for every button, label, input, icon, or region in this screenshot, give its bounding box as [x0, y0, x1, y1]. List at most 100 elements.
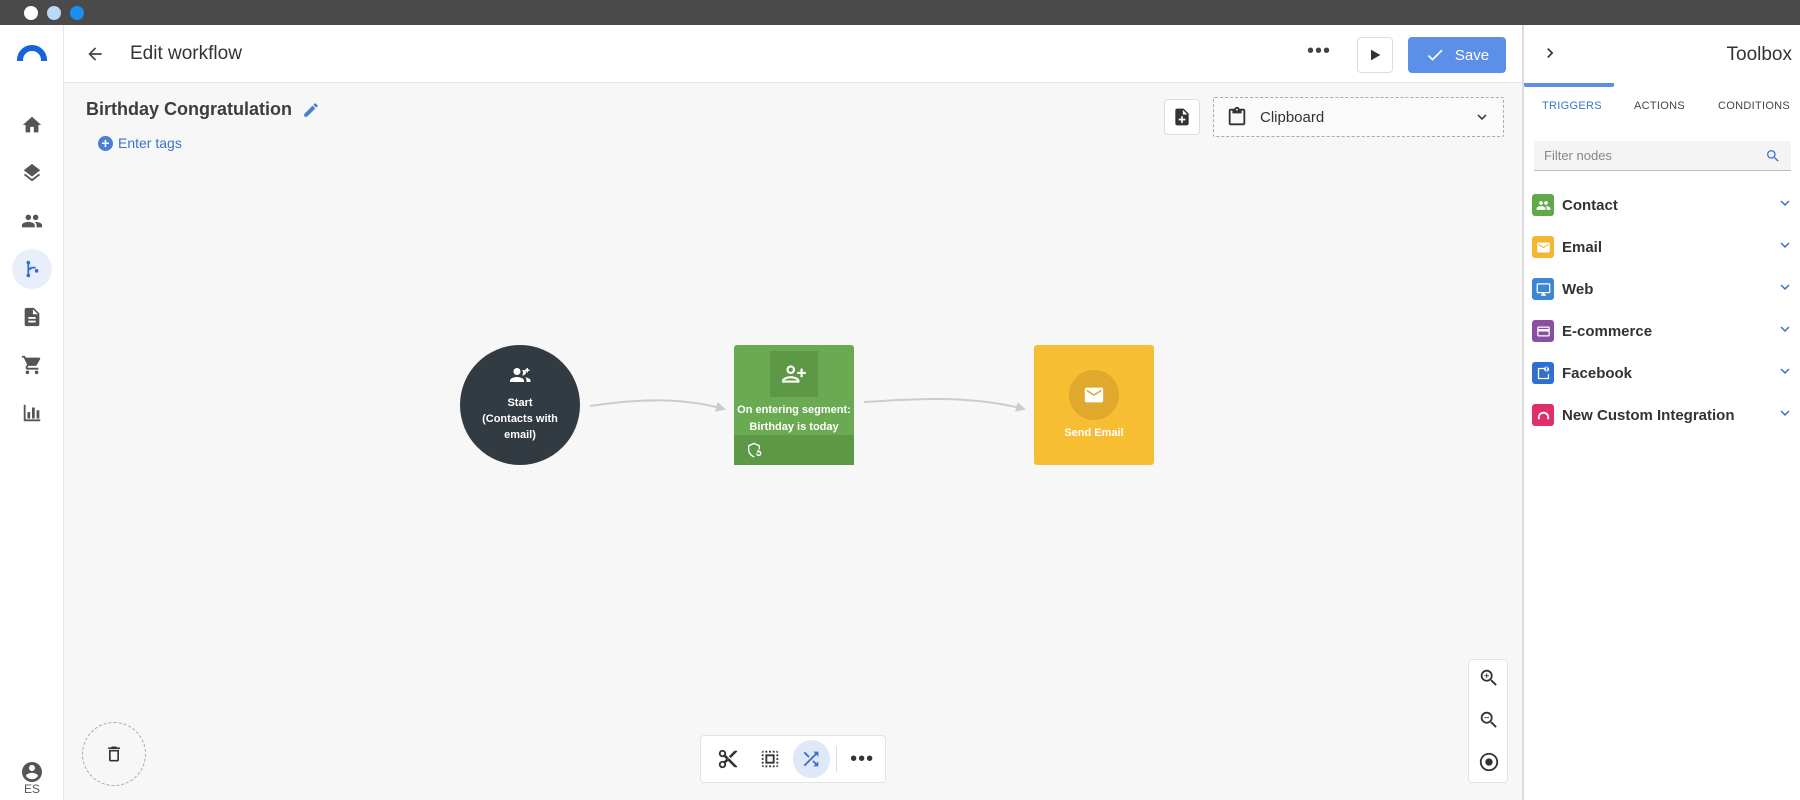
left-nav-rail: ES: [0, 25, 64, 800]
facebook-icon: [1532, 362, 1554, 384]
filter-nodes-input[interactable]: [1544, 148, 1765, 163]
auto-layout-button[interactable]: [792, 740, 831, 778]
category-label: New Custom Integration: [1562, 406, 1735, 424]
zoom-in-icon: [1480, 669, 1497, 686]
window-close-dot[interactable]: [24, 6, 38, 20]
chevron-down-icon: [1776, 194, 1794, 217]
select-area-button[interactable]: [751, 740, 789, 778]
toolbox-tabs: TRIGGERS ACTIONS CONDITIONS: [1524, 83, 1800, 131]
home-icon: [22, 116, 42, 133]
os-title-bar: [0, 0, 1800, 25]
email-icon-circle: [1069, 370, 1119, 420]
category-label: Contact: [1562, 196, 1618, 214]
more-horiz-icon: •••: [850, 748, 875, 770]
layers-icon: [23, 163, 41, 182]
more-options-button[interactable]: •••: [1304, 40, 1334, 66]
play-icon: [1371, 49, 1381, 61]
workflow-icon: [26, 260, 39, 278]
center-focus-icon: [1479, 752, 1499, 772]
nav-documents[interactable]: [12, 297, 52, 337]
category-contact[interactable]: Contact: [1532, 185, 1794, 225]
monitor-icon: [1532, 278, 1554, 300]
group-add-icon: [510, 368, 531, 382]
category-email[interactable]: Email: [1532, 227, 1794, 267]
toolbar-more-button[interactable]: •••: [843, 740, 881, 778]
cut-button[interactable]: [709, 740, 747, 778]
window-minimize-dot[interactable]: [47, 6, 61, 20]
cart-icon: [21, 355, 41, 375]
nav-layers[interactable]: [12, 153, 52, 193]
active-tab-indicator: [1524, 83, 1614, 87]
app-logo[interactable]: [17, 45, 47, 61]
segment-node-label: On entering segment: Birthday is today: [736, 402, 852, 436]
canvas-toolbar: •••: [700, 735, 886, 783]
start-node-line1: Start: [507, 397, 533, 409]
save-button[interactable]: Save: [1408, 37, 1506, 73]
category-label: Web: [1562, 280, 1594, 298]
shield-refresh-icon[interactable]: [746, 442, 762, 458]
center-view-button[interactable]: [1477, 750, 1501, 774]
chevron-down-icon: [1776, 404, 1794, 427]
nav-workflows[interactable]: [12, 249, 52, 289]
segment-node-line2: Birthday is today: [749, 421, 839, 433]
delete-drop-zone[interactable]: [82, 722, 146, 786]
start-node[interactable]: Start (Contacts with email): [460, 345, 580, 465]
zoom-out-button[interactable]: [1477, 708, 1501, 732]
search-icon[interactable]: [1765, 148, 1781, 164]
zoom-out-icon: [1480, 711, 1497, 728]
category-custom-integration[interactable]: New Custom Integration: [1532, 395, 1794, 435]
toolbox-panel: Toolbox TRIGGERS ACTIONS CONDITIONS Cont…: [1522, 25, 1800, 800]
scissors-icon: [718, 749, 738, 769]
mail-icon: [1084, 387, 1104, 403]
send-email-node-label: Send Email: [1064, 427, 1124, 439]
run-workflow-button[interactable]: [1357, 37, 1393, 73]
category-web[interactable]: Web: [1532, 269, 1794, 309]
edge-start-to-segment[interactable]: [589, 399, 726, 412]
tab-conditions[interactable]: CONDITIONS: [1718, 100, 1790, 112]
check-icon: [1427, 49, 1443, 61]
person-add-icon: [782, 365, 806, 383]
category-label: Facebook: [1562, 364, 1633, 382]
nav-home[interactable]: [12, 105, 52, 145]
collapse-toolbox-button[interactable]: [1540, 43, 1560, 63]
segment-node-footer: [734, 435, 854, 465]
workflow-canvas[interactable]: Birthday Congratulation + Enter tags Cli…: [64, 83, 1522, 800]
window-maximize-dot[interactable]: [70, 6, 84, 20]
back-button[interactable]: [82, 41, 108, 67]
segment-icon-box: [770, 351, 818, 397]
chevron-down-icon: [1776, 236, 1794, 259]
tab-triggers[interactable]: TRIGGERS: [1542, 100, 1602, 112]
start-node-line2: (Contacts with: [482, 413, 558, 425]
shuffle-icon: [804, 751, 819, 767]
category-ecommerce[interactable]: E-commerce: [1532, 311, 1794, 351]
segment-trigger-node[interactable]: On entering segment: Birthday is today: [734, 345, 854, 465]
edge-segment-to-email[interactable]: [863, 398, 1026, 412]
nav-contacts[interactable]: [12, 201, 52, 241]
tab-actions[interactable]: ACTIONS: [1634, 100, 1685, 112]
chevron-down-icon: [1776, 320, 1794, 343]
zoom-controls: [1468, 659, 1508, 783]
document-icon: [24, 307, 40, 327]
chevron-right-icon: [1547, 48, 1554, 58]
chevron-down-icon: [1776, 362, 1794, 385]
contact-icon: [1532, 194, 1554, 216]
category-label: Email: [1562, 238, 1603, 256]
zoom-in-button[interactable]: [1477, 666, 1501, 690]
account-icon: [22, 762, 42, 782]
category-label: E-commerce: [1562, 322, 1653, 340]
category-facebook[interactable]: Facebook: [1532, 353, 1794, 393]
page-header: Edit workflow ••• Save: [64, 25, 1522, 83]
arrow-back-icon: [88, 47, 102, 61]
page-title: Edit workflow: [130, 43, 242, 64]
send-email-node[interactable]: Send Email: [1034, 345, 1154, 465]
nav-shop[interactable]: [12, 345, 52, 385]
more-horiz-icon: •••: [1306, 40, 1331, 62]
toolbar-divider: [836, 746, 838, 772]
nav-reports[interactable]: [12, 393, 52, 433]
credit-card-icon: [1532, 320, 1554, 342]
language-label[interactable]: ES: [0, 782, 64, 796]
chart-icon: [23, 404, 41, 422]
email-icon: [1532, 236, 1554, 258]
toolbox-title: Toolbox: [1726, 44, 1793, 65]
save-button-label: Save: [1454, 46, 1490, 64]
